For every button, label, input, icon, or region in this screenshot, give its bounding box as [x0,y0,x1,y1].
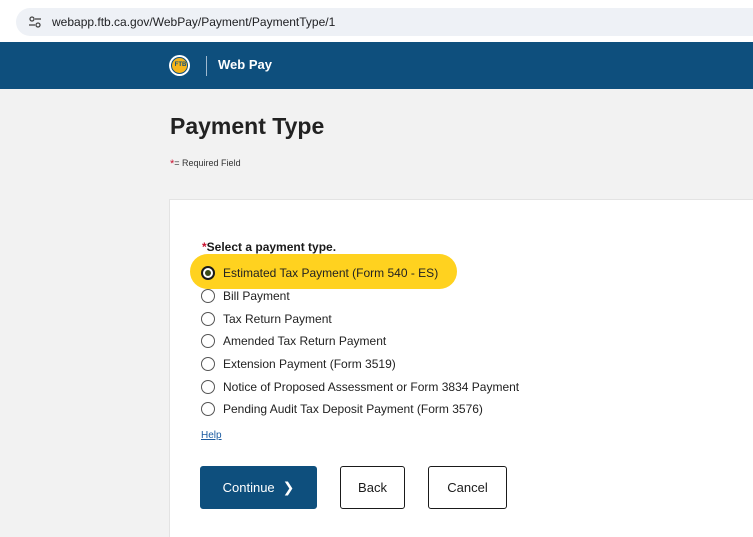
radio-button[interactable] [201,266,215,281]
url-text[interactable]: webapp.ftb.ca.gov/WebPay/Payment/Payment… [52,15,335,29]
site-settings-icon[interactable] [28,15,42,29]
option-label[interactable]: Notice of Proposed Assessment or Form 38… [223,380,519,394]
ftb-logo-seal: FTB [171,57,188,74]
continue-button[interactable]: Continue ❯ [200,466,317,509]
radio-button[interactable] [201,334,215,349]
payment-type-options: Estimated Tax Payment (Form 540 - ES) Bi… [201,262,519,421]
option-label[interactable]: Bill Payment [223,289,290,303]
ftb-logo-text: FTB [174,62,187,68]
option-tax-return-payment[interactable]: Tax Return Payment [201,307,519,330]
option-label[interactable]: Amended Tax Return Payment [223,334,386,348]
url-field[interactable]: webapp.ftb.ca.gov/WebPay/Payment/Payment… [16,8,753,36]
required-note-text: = Required Field [174,158,241,168]
header-divider [206,56,207,76]
required-field-note: *= Required Field [170,158,241,170]
back-button[interactable]: Back [340,466,405,509]
payment-type-question: *Select a payment type. [202,240,336,254]
help-link[interactable]: Help [201,430,222,441]
cancel-button[interactable]: Cancel [428,466,507,509]
radio-button[interactable] [201,289,215,304]
option-label[interactable]: Tax Return Payment [223,312,332,326]
browser-address-bar: webapp.ftb.ca.gov/WebPay/Payment/Payment… [0,0,753,42]
option-amended-tax-return-payment[interactable]: Amended Tax Return Payment [201,330,519,353]
option-bill-payment[interactable]: Bill Payment [201,285,519,308]
option-extension-payment[interactable]: Extension Payment (Form 3519) [201,353,519,376]
radio-button[interactable] [201,402,215,417]
radio-button[interactable] [201,311,215,326]
radio-button[interactable] [201,379,215,394]
chevron-right-icon: ❯ [282,479,295,495]
option-notice-of-proposed-assessment[interactable]: Notice of Proposed Assessment or Form 38… [201,375,519,398]
continue-label: Continue [222,480,275,495]
ftb-logo[interactable]: FTB [169,55,190,76]
option-estimated-tax-payment[interactable]: Estimated Tax Payment (Form 540 - ES) [201,262,519,285]
option-label[interactable]: Estimated Tax Payment (Form 540 - ES) [223,266,438,280]
option-label[interactable]: Pending Audit Tax Deposit Payment (Form … [223,402,483,416]
option-pending-audit-tax-deposit[interactable]: Pending Audit Tax Deposit Payment (Form … [201,398,519,421]
radio-button[interactable] [201,357,215,372]
site-header: FTB Web Pay [0,42,753,89]
page-title: Payment Type [170,113,325,139]
brand-name[interactable]: Web Pay [218,57,272,72]
question-text: Select a payment type. [206,240,337,254]
option-label[interactable]: Extension Payment (Form 3519) [223,357,396,371]
